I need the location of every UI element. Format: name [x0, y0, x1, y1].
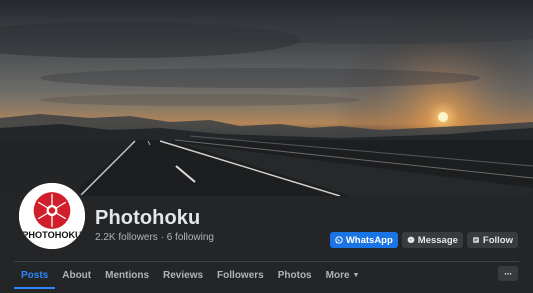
tab-posts[interactable]: Posts: [14, 262, 56, 289]
messenger-icon: [407, 236, 415, 244]
follow-label: Follow: [482, 234, 513, 246]
cover-landscape-image: [0, 0, 533, 196]
tab-reviews[interactable]: Reviews: [156, 262, 210, 288]
page-stats: 2.2K followers · 6 following: [95, 232, 214, 243]
photohoku-logo: PHOTOHOKU: [19, 183, 85, 249]
tab-label: Reviews: [163, 269, 204, 281]
page-header: PHOTOHOKU Photohoku 2.2K followers · 6 f…: [0, 0, 533, 293]
message-button[interactable]: Message: [401, 232, 463, 248]
stats-separator: ·: [160, 232, 164, 243]
cover-photo[interactable]: [0, 0, 533, 196]
svg-text:PHOTOHOKU: PHOTOHOKU: [22, 230, 82, 240]
tab-mentions[interactable]: Mentions: [98, 262, 156, 288]
whatsapp-button[interactable]: WhatsApp: [329, 232, 398, 248]
followers-link[interactable]: 2.2K followers: [95, 232, 158, 243]
page-avatar[interactable]: PHOTOHOKU: [16, 180, 88, 252]
tab-photos[interactable]: Photos: [271, 262, 319, 288]
tab-followers[interactable]: Followers: [210, 262, 271, 288]
tab-label: About: [62, 269, 92, 281]
page-actions: WhatsApp Message Follow: [329, 232, 518, 248]
tab-label: Photos: [277, 269, 312, 281]
tab-label: Followers: [217, 269, 264, 281]
follow-button[interactable]: Follow: [466, 232, 518, 248]
following-link[interactable]: 6 following: [167, 232, 214, 243]
page-title: Photohoku: [95, 207, 201, 229]
caret-down-icon: ▼: [352, 271, 360, 279]
follow-icon: [473, 237, 479, 243]
whatsapp-label: WhatsApp: [345, 234, 393, 246]
tab-more[interactable]: More ▼: [319, 262, 367, 288]
whatsapp-icon: [335, 236, 343, 244]
page-tabs: Posts About Mentions Reviews Followers P…: [14, 262, 367, 289]
tab-about[interactable]: About: [55, 262, 98, 288]
tab-label: More: [325, 269, 350, 281]
tab-label: Mentions: [105, 269, 150, 281]
tab-label: Posts: [21, 269, 49, 281]
message-label: Message: [417, 234, 458, 246]
more-options-button[interactable]: ···: [498, 266, 518, 281]
